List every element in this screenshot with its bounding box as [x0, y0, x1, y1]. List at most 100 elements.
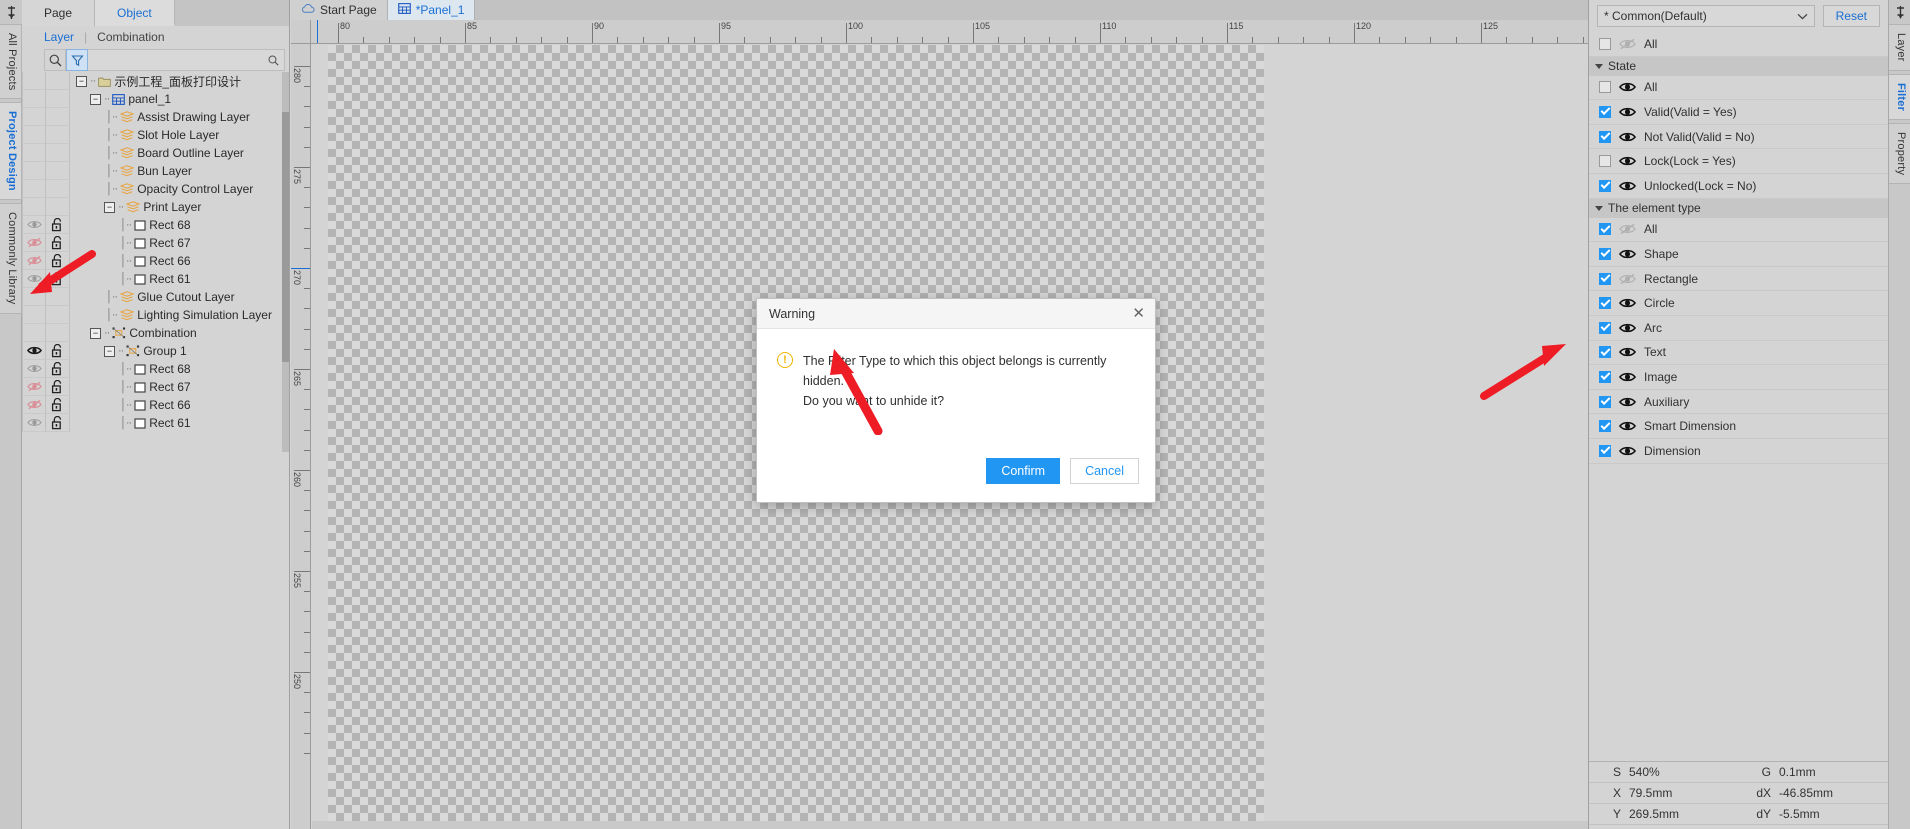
- doc-tab-start-page[interactable]: Start Page: [291, 0, 388, 20]
- eye-visible-icon[interactable]: [1619, 155, 1636, 167]
- right-tab-property[interactable]: Property: [1889, 122, 1910, 184]
- tree-node[interactable]: │·· Rect 68: [70, 218, 191, 232]
- triangle-down-icon[interactable]: [1595, 205, 1603, 211]
- tab-object[interactable]: Object: [95, 0, 175, 26]
- unlock-icon[interactable]: [46, 378, 70, 396]
- left-tab-commonly-library[interactable]: Commonly Library: [0, 203, 22, 314]
- visibility-toggle-icon[interactable]: [22, 396, 46, 414]
- filter-checkbox[interactable]: [1599, 179, 1611, 192]
- tree-node[interactable]: − ·· Combination: [70, 326, 197, 340]
- left-tab-all-projects[interactable]: All Projects: [0, 24, 22, 100]
- unlock-icon[interactable]: [46, 252, 70, 270]
- tree-node[interactable]: │·· Bun Layer: [70, 164, 192, 178]
- right-tab-layer[interactable]: Layer: [1889, 24, 1910, 71]
- eye-hidden-icon[interactable]: [1619, 223, 1636, 235]
- eye-visible-icon[interactable]: [1619, 371, 1636, 383]
- eye-visible-icon[interactable]: [1619, 420, 1636, 432]
- filter-row[interactable]: Arc: [1589, 316, 1888, 341]
- visibility-toggle-icon[interactable]: [22, 234, 46, 252]
- tree-node[interactable]: − ·· panel_1: [70, 92, 171, 106]
- visibility-toggle-icon[interactable]: [22, 342, 46, 360]
- canvas-horizontal-scrollbar[interactable]: [312, 821, 1588, 829]
- eye-visible-icon[interactable]: [1619, 106, 1636, 118]
- visibility-toggle-icon[interactable]: [22, 414, 46, 432]
- tree-row[interactable]: │·· Rect 68: [22, 216, 289, 234]
- tree-scrollbar[interactable]: [282, 72, 289, 452]
- tree-node[interactable]: │·· Assist Drawing Layer: [70, 110, 250, 124]
- filter-row[interactable]: Not Valid(Valid = No): [1589, 125, 1888, 150]
- visibility-toggle-icon[interactable]: [22, 378, 46, 396]
- tree-row[interactable]: │·· Board Outline Layer: [22, 144, 289, 162]
- left-tab-project-design[interactable]: Project Design: [0, 102, 22, 201]
- unlock-icon[interactable]: [46, 270, 70, 288]
- tree-row[interactable]: │·· Rect 61: [22, 270, 289, 288]
- pin-icon[interactable]: [0, 0, 22, 24]
- tree-node[interactable]: │·· Opacity Control Layer: [70, 182, 253, 196]
- tree-row[interactable]: │·· Rect 67: [22, 378, 289, 396]
- tree-row[interactable]: │·· Assist Drawing Layer: [22, 108, 289, 126]
- filter-checkbox[interactable]: [1599, 81, 1611, 94]
- tree-row[interactable]: │·· Rect 67: [22, 234, 289, 252]
- unlock-icon[interactable]: [46, 360, 70, 378]
- filter-row[interactable]: Valid(Valid = Yes): [1589, 100, 1888, 125]
- filter-row[interactable]: Lock(Lock = Yes): [1589, 149, 1888, 174]
- filter-checkbox[interactable]: [1599, 346, 1611, 359]
- tab-page[interactable]: Page: [22, 0, 96, 26]
- tree-row[interactable]: │·· Glue Cutout Layer: [22, 288, 289, 306]
- filter-preset-dropdown[interactable]: * Common(Default): [1597, 5, 1815, 27]
- visibility-toggle-icon[interactable]: [22, 360, 46, 378]
- filter-row[interactable]: Text: [1589, 341, 1888, 366]
- reset-button[interactable]: Reset: [1822, 5, 1880, 27]
- tree-node[interactable]: │·· Rect 67: [70, 380, 191, 394]
- doc-tab-panel-1[interactable]: *Panel_1: [387, 0, 476, 20]
- filter-row[interactable]: Unlocked(Lock = No): [1589, 174, 1888, 199]
- tree-node[interactable]: │·· Rect 67: [70, 236, 191, 250]
- tree-node[interactable]: │·· Rect 66: [70, 254, 191, 268]
- tree-node[interactable]: │·· Rect 61: [70, 416, 191, 430]
- eye-visible-icon[interactable]: [1619, 322, 1636, 334]
- tree-row[interactable]: │·· Lighting Simulation Layer: [22, 306, 289, 324]
- tree-node[interactable]: │·· Lighting Simulation Layer: [70, 308, 272, 322]
- filter-row[interactable]: Dimension: [1589, 439, 1888, 464]
- filter-checkbox[interactable]: [1599, 247, 1611, 260]
- subtab-combination[interactable]: Combination: [97, 30, 164, 44]
- tree-row[interactable]: │·· Rect 66: [22, 252, 289, 270]
- funnel-icon[interactable]: [66, 49, 88, 71]
- tree-row[interactable]: − ·· Print Layer: [22, 198, 289, 216]
- tree-row[interactable]: │·· Opacity Control Layer: [22, 180, 289, 198]
- confirm-button[interactable]: Confirm: [986, 458, 1061, 484]
- horizontal-ruler[interactable]: 80 85 90 95 100 105 110 115 120 125: [311, 20, 1588, 44]
- filter-checkbox[interactable]: [1599, 105, 1611, 118]
- filter-section-header[interactable]: State: [1589, 56, 1888, 76]
- tree-node[interactable]: │·· Rect 68: [70, 362, 191, 376]
- filter-checkbox[interactable]: [1599, 130, 1611, 143]
- tree-node[interactable]: │·· Rect 66: [70, 398, 191, 412]
- tree-row[interactable]: │·· Rect 66: [22, 396, 289, 414]
- tree-row[interactable]: − ·· Group 1: [22, 342, 289, 360]
- eye-visible-icon[interactable]: [1619, 346, 1636, 358]
- filter-checkbox[interactable]: [1599, 297, 1611, 310]
- filter-row[interactable]: Shape: [1589, 242, 1888, 267]
- filter-checkbox[interactable]: [1599, 444, 1611, 457]
- eye-visible-icon[interactable]: [1619, 445, 1636, 457]
- search-icon[interactable]: [44, 49, 66, 71]
- collapse-toggle-icon[interactable]: −: [90, 93, 101, 105]
- visibility-toggle-icon[interactable]: [22, 216, 46, 234]
- collapse-toggle-icon[interactable]: −: [76, 75, 87, 87]
- tree-row[interactable]: │·· Rect 68: [22, 360, 289, 378]
- filter-row[interactable]: Image: [1589, 365, 1888, 390]
- tree-row[interactable]: − ·· 示例工程_面板打印设计: [22, 72, 289, 90]
- eye-visible-icon[interactable]: [1619, 297, 1636, 309]
- eye-hidden-icon[interactable]: [1619, 38, 1636, 50]
- close-icon[interactable]: ✕: [1132, 306, 1145, 321]
- unlock-icon[interactable]: [46, 216, 70, 234]
- tree-node[interactable]: │·· Rect 61: [70, 272, 191, 286]
- vertical-ruler[interactable]: 280 275 270 265 260 255 250: [291, 44, 311, 829]
- cancel-button[interactable]: Cancel: [1070, 458, 1139, 484]
- tree-node[interactable]: − ·· Group 1: [70, 344, 187, 358]
- filter-checkbox[interactable]: [1599, 395, 1611, 408]
- unlock-icon[interactable]: [46, 342, 70, 360]
- eye-visible-icon[interactable]: [1619, 396, 1636, 408]
- filter-row[interactable]: All: [1589, 76, 1888, 101]
- filter-checkbox[interactable]: [1599, 370, 1611, 383]
